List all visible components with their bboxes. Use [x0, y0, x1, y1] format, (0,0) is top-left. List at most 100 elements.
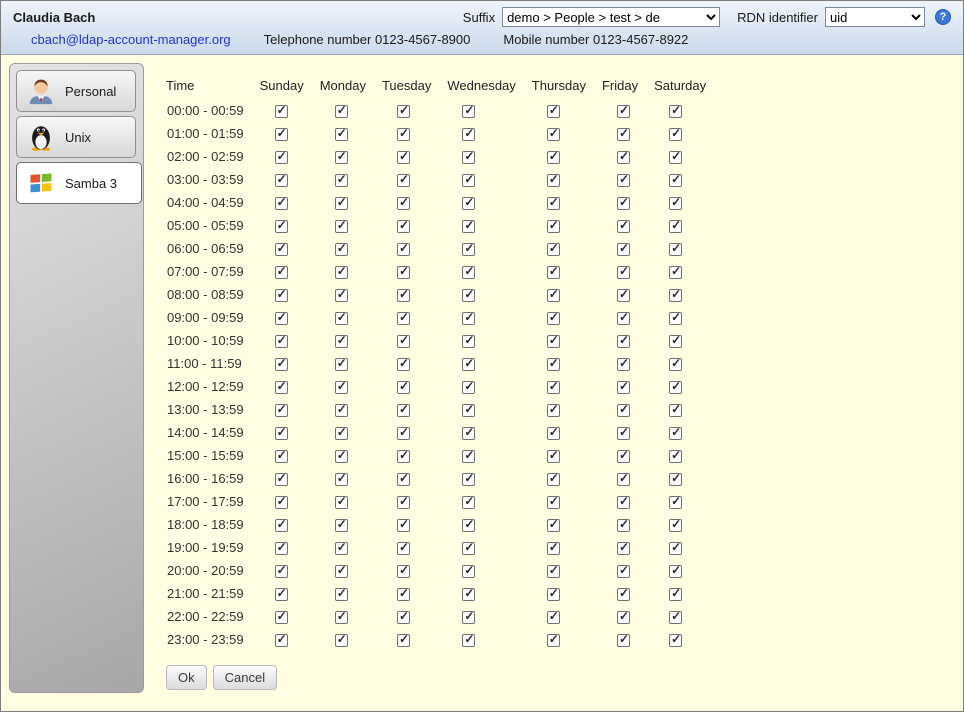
- time-slot-checkbox[interactable]: [397, 335, 410, 348]
- time-slot-checkbox[interactable]: [547, 450, 560, 463]
- time-slot-checkbox[interactable]: [275, 496, 288, 509]
- time-slot-checkbox[interactable]: [547, 404, 560, 417]
- time-slot-checkbox[interactable]: [669, 174, 682, 187]
- time-slot-checkbox[interactable]: [397, 565, 410, 578]
- time-slot-checkbox[interactable]: [462, 611, 475, 624]
- time-slot-checkbox[interactable]: [397, 588, 410, 601]
- time-slot-checkbox[interactable]: [462, 358, 475, 371]
- time-slot-checkbox[interactable]: [275, 105, 288, 118]
- time-slot-checkbox[interactable]: [397, 404, 410, 417]
- time-slot-checkbox[interactable]: [547, 634, 560, 647]
- time-slot-checkbox[interactable]: [335, 588, 348, 601]
- time-slot-checkbox[interactable]: [617, 450, 630, 463]
- time-slot-checkbox[interactable]: [617, 105, 630, 118]
- time-slot-checkbox[interactable]: [397, 450, 410, 463]
- time-slot-checkbox[interactable]: [397, 519, 410, 532]
- time-slot-checkbox[interactable]: [397, 197, 410, 210]
- time-slot-checkbox[interactable]: [547, 174, 560, 187]
- email-link[interactable]: cbach@ldap-account-manager.org: [31, 32, 231, 47]
- time-slot-checkbox[interactable]: [669, 588, 682, 601]
- time-slot-checkbox[interactable]: [669, 519, 682, 532]
- time-slot-checkbox[interactable]: [275, 427, 288, 440]
- time-slot-checkbox[interactable]: [547, 289, 560, 302]
- time-slot-checkbox[interactable]: [462, 473, 475, 486]
- time-slot-checkbox[interactable]: [547, 243, 560, 256]
- time-slot-checkbox[interactable]: [617, 289, 630, 302]
- time-slot-checkbox[interactable]: [335, 634, 348, 647]
- time-slot-checkbox[interactable]: [669, 381, 682, 394]
- time-slot-checkbox[interactable]: [669, 197, 682, 210]
- time-slot-checkbox[interactable]: [335, 565, 348, 578]
- ok-button[interactable]: Ok: [166, 665, 207, 690]
- time-slot-checkbox[interactable]: [617, 243, 630, 256]
- time-slot-checkbox[interactable]: [462, 105, 475, 118]
- time-slot-checkbox[interactable]: [669, 404, 682, 417]
- time-slot-checkbox[interactable]: [275, 312, 288, 325]
- tab-unix[interactable]: Unix: [16, 116, 136, 158]
- time-slot-checkbox[interactable]: [397, 542, 410, 555]
- time-slot-checkbox[interactable]: [669, 427, 682, 440]
- time-slot-checkbox[interactable]: [669, 105, 682, 118]
- time-slot-checkbox[interactable]: [462, 335, 475, 348]
- time-slot-checkbox[interactable]: [275, 634, 288, 647]
- time-slot-checkbox[interactable]: [335, 105, 348, 118]
- time-slot-checkbox[interactable]: [669, 496, 682, 509]
- time-slot-checkbox[interactable]: [335, 611, 348, 624]
- cancel-button[interactable]: Cancel: [213, 665, 277, 690]
- time-slot-checkbox[interactable]: [617, 565, 630, 578]
- time-slot-checkbox[interactable]: [397, 427, 410, 440]
- time-slot-checkbox[interactable]: [462, 266, 475, 279]
- time-slot-checkbox[interactable]: [617, 266, 630, 279]
- time-slot-checkbox[interactable]: [397, 174, 410, 187]
- time-slot-checkbox[interactable]: [275, 289, 288, 302]
- time-slot-checkbox[interactable]: [617, 542, 630, 555]
- time-slot-checkbox[interactable]: [547, 335, 560, 348]
- time-slot-checkbox[interactable]: [275, 358, 288, 371]
- time-slot-checkbox[interactable]: [397, 151, 410, 164]
- time-slot-checkbox[interactable]: [397, 496, 410, 509]
- time-slot-checkbox[interactable]: [275, 266, 288, 279]
- time-slot-checkbox[interactable]: [397, 105, 410, 118]
- time-slot-checkbox[interactable]: [547, 105, 560, 118]
- time-slot-checkbox[interactable]: [462, 588, 475, 601]
- time-slot-checkbox[interactable]: [397, 358, 410, 371]
- time-slot-checkbox[interactable]: [462, 565, 475, 578]
- time-slot-checkbox[interactable]: [275, 335, 288, 348]
- rdn-identifier-select[interactable]: uid: [825, 7, 925, 27]
- time-slot-checkbox[interactable]: [397, 128, 410, 141]
- time-slot-checkbox[interactable]: [335, 542, 348, 555]
- time-slot-checkbox[interactable]: [617, 358, 630, 371]
- time-slot-checkbox[interactable]: [669, 266, 682, 279]
- time-slot-checkbox[interactable]: [275, 565, 288, 578]
- time-slot-checkbox[interactable]: [335, 197, 348, 210]
- time-slot-checkbox[interactable]: [669, 473, 682, 486]
- time-slot-checkbox[interactable]: [335, 404, 348, 417]
- time-slot-checkbox[interactable]: [669, 128, 682, 141]
- time-slot-checkbox[interactable]: [335, 243, 348, 256]
- time-slot-checkbox[interactable]: [617, 197, 630, 210]
- time-slot-checkbox[interactable]: [547, 565, 560, 578]
- time-slot-checkbox[interactable]: [669, 289, 682, 302]
- time-slot-checkbox[interactable]: [397, 381, 410, 394]
- time-slot-checkbox[interactable]: [547, 542, 560, 555]
- time-slot-checkbox[interactable]: [275, 381, 288, 394]
- time-slot-checkbox[interactable]: [397, 266, 410, 279]
- time-slot-checkbox[interactable]: [669, 151, 682, 164]
- time-slot-checkbox[interactable]: [547, 496, 560, 509]
- time-slot-checkbox[interactable]: [669, 335, 682, 348]
- time-slot-checkbox[interactable]: [617, 151, 630, 164]
- time-slot-checkbox[interactable]: [275, 220, 288, 233]
- time-slot-checkbox[interactable]: [547, 151, 560, 164]
- time-slot-checkbox[interactable]: [462, 174, 475, 187]
- time-slot-checkbox[interactable]: [335, 289, 348, 302]
- time-slot-checkbox[interactable]: [397, 634, 410, 647]
- time-slot-checkbox[interactable]: [462, 381, 475, 394]
- time-slot-checkbox[interactable]: [547, 473, 560, 486]
- time-slot-checkbox[interactable]: [547, 611, 560, 624]
- time-slot-checkbox[interactable]: [547, 266, 560, 279]
- time-slot-checkbox[interactable]: [617, 381, 630, 394]
- time-slot-checkbox[interactable]: [547, 427, 560, 440]
- time-slot-checkbox[interactable]: [617, 473, 630, 486]
- time-slot-checkbox[interactable]: [275, 243, 288, 256]
- time-slot-checkbox[interactable]: [397, 243, 410, 256]
